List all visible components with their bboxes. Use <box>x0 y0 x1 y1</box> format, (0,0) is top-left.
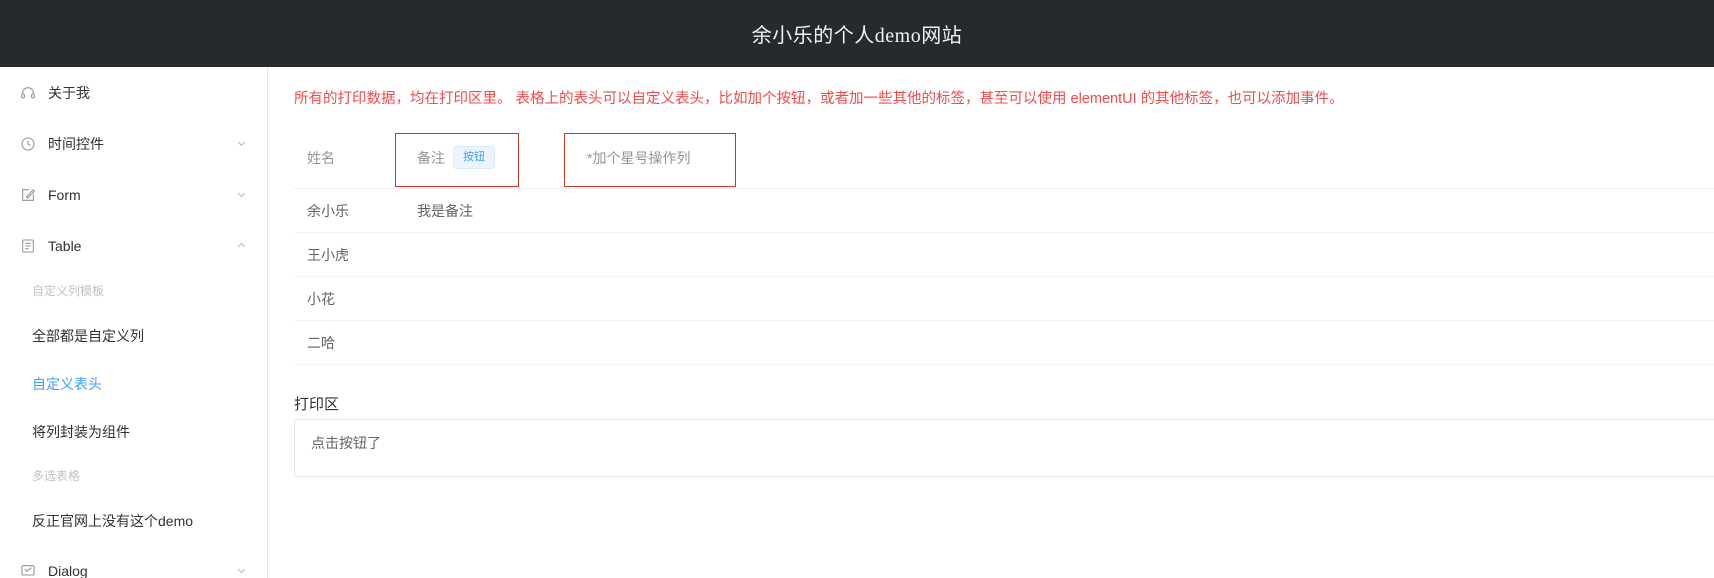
sidebar-item-label: 关于我 <box>48 84 90 101</box>
cell-name: 二哈 <box>307 334 335 351</box>
table-row[interactable]: 余小乐 我是备注 <box>294 189 1714 234</box>
print-zone-label: 打印区 <box>294 396 340 414</box>
clock-icon <box>18 134 38 154</box>
table-header-cell-action: *加个星号操作列 <box>587 149 691 166</box>
print-zone: 打印区 点击按钮了 <box>294 393 1714 478</box>
sidebar-item-table[interactable]: Table <box>0 220 267 271</box>
custom-header-table: 姓名 备注 按钮 *加个星号操作列 余小乐 我是备注 王小虎 小花 二哈 <box>294 127 1714 366</box>
header-action-button[interactable]: 按钮 <box>453 146 495 170</box>
sidebar: 关于我 时间控件 Form Table 自定义列模板 全部都是自定义列 自定义表… <box>0 67 268 578</box>
warning-text: 所有的打印数据，均在打印区里。 表格上的表头可以自定义表头，比如加个按钮，或者加… <box>294 91 1344 107</box>
sidebar-item-label: 时间控件 <box>48 135 104 152</box>
chevron-up-icon <box>235 240 247 252</box>
sidebar-subitem-custom-header[interactable]: 自定义表头 <box>0 360 267 408</box>
document-list-icon <box>18 236 38 256</box>
body-wrapper: 关于我 时间控件 Form Table 自定义列模板 全部都是自定义列 自定义表… <box>0 67 1714 578</box>
sidebar-group-title-multiselect-table: 多选表格 <box>32 469 81 483</box>
table-row[interactable]: 小花 <box>294 277 1714 322</box>
table-header-label-remark: 备注 <box>417 149 445 166</box>
sidebar-item-form[interactable]: Form <box>0 169 267 220</box>
main-content: 所有的打印数据，均在打印区里。 表格上的表头可以自定义表头，比如加个按钮，或者加… <box>268 67 1714 578</box>
chevron-down-icon <box>235 138 247 150</box>
app-header: 余小乐的个人demo网站 <box>0 0 1714 67</box>
sidebar-item-label: Dialog <box>48 562 88 578</box>
table-row[interactable]: 王小虎 <box>294 233 1714 278</box>
table-header-cell-remark: 备注 按钮 <box>404 146 574 170</box>
sidebar-item-about[interactable]: 关于我 <box>0 67 267 118</box>
dialog-icon <box>18 561 38 578</box>
print-zone-output: 点击按钮了 <box>294 419 1714 478</box>
chevron-down-icon <box>235 565 247 577</box>
sidebar-item-label: Table <box>48 237 82 254</box>
table-header-cell-name: 姓名 <box>307 149 335 166</box>
headset-icon <box>18 83 38 103</box>
sidebar-item-dialog[interactable]: Dialog <box>0 545 267 578</box>
page-title: 余小乐的个人demo网站 <box>751 25 963 47</box>
sidebar-subitem-all-custom-columns[interactable]: 全部都是自定义列 <box>0 312 267 360</box>
sidebar-subitem-no-official-demo[interactable]: 反正官网上没有这个demo <box>0 497 267 545</box>
table-header-row: 姓名 备注 按钮 *加个星号操作列 <box>294 127 1714 190</box>
cell-remark: 我是备注 <box>417 202 473 219</box>
chevron-down-icon <box>235 189 247 201</box>
edit-square-icon <box>18 185 38 205</box>
table-row[interactable]: 二哈 <box>294 321 1714 366</box>
cell-name: 王小虎 <box>307 246 349 263</box>
cell-name: 余小乐 <box>307 202 349 219</box>
sidebar-subitem-column-as-component[interactable]: 将列封装为组件 <box>0 408 267 456</box>
sidebar-item-label: Form <box>48 186 81 203</box>
cell-name: 小花 <box>307 290 335 307</box>
sidebar-item-datetime[interactable]: 时间控件 <box>0 118 267 169</box>
sidebar-group-title-custom-column-template: 自定义列模板 <box>32 284 105 298</box>
